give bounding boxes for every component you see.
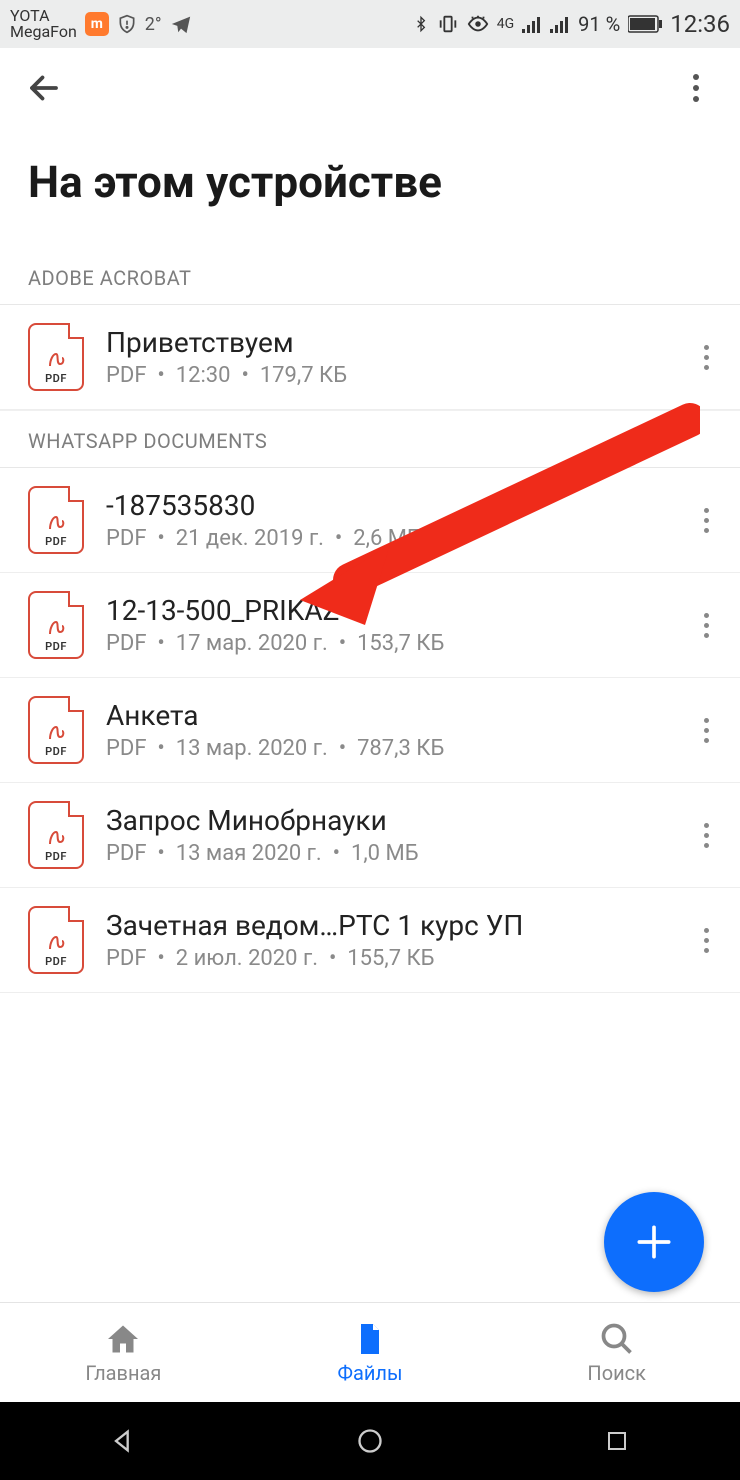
vibrate-icon [437,13,459,35]
file-name: Приветствуем [106,326,686,359]
file-row[interactable]: PDF Анкета PDF • 13 мар. 2020 г. • 787,3… [0,678,740,783]
file-name: Зачетная ведом…РТС 1 курс УП [106,909,686,942]
mi-app-icon: m [85,12,109,36]
file-name: Анкета [106,699,686,732]
tab-label: Поиск [587,1361,646,1385]
tab-home[interactable]: Главная [0,1303,247,1402]
search-icon [599,1321,635,1357]
file-info: Анкета PDF • 13 мар. 2020 г. • 787,3 КБ [84,699,686,761]
file-name: -187535830 [106,489,686,522]
signal-1-icon [522,15,542,33]
file-meta: PDF • 17 мар. 2020 г. • 153,7 КБ [106,631,686,656]
carrier-names: YOTA MegaFon [10,8,77,40]
file-info: -187535830 PDF • 21 дек. 2019 г. • 2,6 М… [84,489,686,551]
android-nav-bar [0,1402,740,1480]
tab-search[interactable]: Поиск [493,1303,740,1402]
pdf-file-icon: PDF [28,591,84,659]
file-name: Запрос Минобрнауки [106,804,686,837]
nav-recent-button[interactable] [601,1425,633,1457]
back-button[interactable] [20,64,68,112]
clock-text: 12:36 [670,10,730,38]
file-info: 12-13-500_PRIKAZ PDF • 17 мар. 2020 г. •… [84,594,686,656]
file-name: 12-13-500_PRIKAZ [106,594,686,627]
file-row-menu-button[interactable] [686,508,726,533]
status-left: YOTA MegaFon m 2° [10,8,192,40]
pdf-file-icon: PDF [28,696,84,764]
file-meta: PDF • 2 июл. 2020 г. • 155,7 КБ [106,946,686,971]
file-row[interactable]: PDF Запрос Минобрнауки PDF • 13 мая 2020… [0,783,740,888]
battery-icon [628,15,662,33]
pdf-file-icon: PDF [28,323,84,391]
battery-text: 91 % [578,12,620,36]
file-row-menu-button[interactable] [686,718,726,743]
fab-add-button[interactable] [604,1192,704,1292]
section-header-whatsapp: WHATSAPP DOCUMENTS [0,410,740,468]
network-label: 4G [497,16,514,32]
bluetooth-icon [413,13,429,35]
tab-label: Главная [85,1361,161,1385]
file-meta: PDF • 13 мая 2020 г. • 1,0 МБ [106,841,686,866]
home-icon [105,1321,141,1357]
nav-home-button[interactable] [354,1425,386,1457]
pdf-file-icon: PDF [28,906,84,974]
overflow-menu-button[interactable] [672,64,720,112]
file-row-menu-button[interactable] [686,345,726,370]
file-row[interactable]: PDF -187535830 PDF • 21 дек. 2019 г. • 2… [0,468,740,573]
files-icon [352,1321,388,1357]
shield-icon [117,14,137,34]
file-row-menu-button[interactable] [686,928,726,953]
eye-icon [467,13,489,35]
tab-label: Файлы [338,1361,403,1385]
tab-files[interactable]: Файлы [247,1303,494,1402]
page-title: На этом устройстве [0,128,740,248]
file-row[interactable]: PDF Зачетная ведом…РТС 1 курс УП PDF • 2… [0,888,740,993]
status-bar: YOTA MegaFon m 2° 4G 91 % 1 [0,0,740,48]
file-meta: PDF • 13 мар. 2020 г. • 787,3 КБ [106,736,686,761]
file-row-menu-button[interactable] [686,613,726,638]
bottom-tab-bar: Главная Файлы Поиск [0,1302,740,1402]
pdf-file-icon: PDF [28,486,84,554]
app-bar [0,48,740,128]
telegram-icon [170,13,192,35]
file-row[interactable]: PDF 12-13-500_PRIKAZ PDF • 17 мар. 2020 … [0,573,740,678]
status-right: 4G 91 % 12:36 [413,10,730,38]
section-header-acrobat: ADOBE ACROBAT [0,248,740,305]
file-row-menu-button[interactable] [686,823,726,848]
temperature-text: 2° [145,14,162,35]
nav-back-button[interactable] [107,1425,139,1457]
file-meta: PDF • 21 дек. 2019 г. • 2,6 МБ [106,526,686,551]
file-info: Приветствуем PDF • 12:30 • 179,7 КБ [84,326,686,388]
file-row[interactable]: PDF Приветствуем PDF • 12:30 • 179,7 КБ [0,305,740,410]
pdf-file-icon: PDF [28,801,84,869]
file-meta: PDF • 12:30 • 179,7 КБ [106,363,686,388]
signal-2-icon [550,15,570,33]
file-info: Зачетная ведом…РТС 1 курс УП PDF • 2 июл… [84,909,686,971]
file-info: Запрос Минобрнауки PDF • 13 мая 2020 г. … [84,804,686,866]
